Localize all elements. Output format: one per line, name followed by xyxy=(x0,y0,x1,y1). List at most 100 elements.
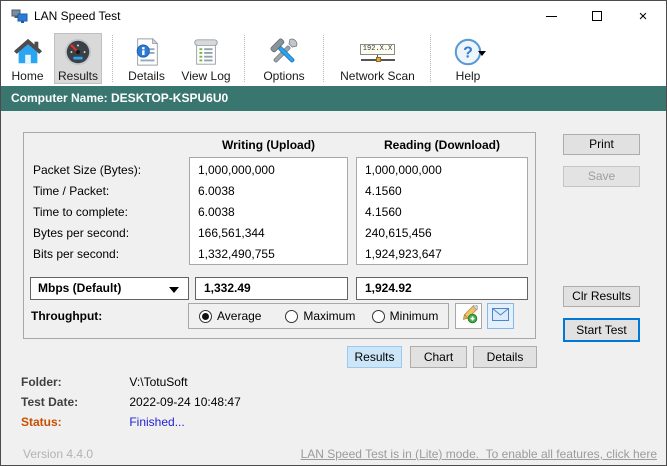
toolbar-button-help[interactable]: ? Help xyxy=(438,33,498,84)
toolbar-button-network-scan[interactable]: 192.X.X Network Scan xyxy=(331,33,424,84)
tab-details[interactable]: Details xyxy=(473,346,537,368)
toolbar-label: Results xyxy=(57,69,98,83)
toolbar-button-viewlog[interactable]: View Log xyxy=(175,33,237,84)
network-line xyxy=(360,56,395,62)
tab-results[interactable]: Results xyxy=(347,346,402,368)
toolbar-label: View Log xyxy=(181,69,231,83)
test-date-value: 2022-09-24 10:48:47 xyxy=(129,395,241,409)
window-title: LAN Speed Test xyxy=(34,9,121,23)
writing-value: 1,000,000,000 xyxy=(198,163,275,177)
writing-unit-value: 1,332.49 xyxy=(195,277,348,300)
status-label: Status: xyxy=(21,415,62,429)
reading-value: 1,000,000,000 xyxy=(365,163,442,177)
envelope-icon xyxy=(492,308,509,324)
toolbar-label: Options xyxy=(263,69,305,83)
reading-unit-value: 1,924.92 xyxy=(356,277,528,300)
throughput-label: Throughput: xyxy=(31,309,103,323)
folder-value: V:\TotuSoft xyxy=(129,375,188,389)
writing-value: 166,561,344 xyxy=(198,226,265,240)
version-text: Version 4.4.0 xyxy=(23,447,94,461)
units-dropdown-value: Mbps (Default) xyxy=(38,281,122,295)
maximize-icon xyxy=(592,11,602,21)
close-button[interactable]: × xyxy=(620,1,666,31)
toolbar-button-home[interactable]: Home xyxy=(5,33,50,84)
radio-maximum[interactable]: Maximum xyxy=(285,309,361,323)
folder-row: Folder: V:\TotuSoft xyxy=(21,374,421,390)
radio-unselected-icon xyxy=(371,309,385,323)
reading-value: 240,615,456 xyxy=(365,226,432,240)
toolbar-button-options[interactable]: Options xyxy=(253,33,315,84)
metric-label: Packet Size (Bytes): xyxy=(33,163,142,177)
writing-column-header: Writing (Upload) xyxy=(221,138,316,152)
network-scan-badge: 192.X.X xyxy=(359,43,396,55)
writing-value: 6.0038 xyxy=(198,184,235,198)
lite-mode-upgrade-link[interactable]: LAN Speed Test is in (Lite) mode. To ena… xyxy=(301,447,657,461)
toolbar-separator xyxy=(430,35,431,82)
log-scroll-icon xyxy=(190,36,222,68)
speedometer-icon xyxy=(62,36,94,68)
radio-selected-icon xyxy=(199,309,212,323)
metric-label: Bytes per second: xyxy=(33,226,130,240)
radio-unselected-icon xyxy=(285,309,299,323)
status-value: Finished... xyxy=(129,415,185,429)
toolbar-label: Details xyxy=(128,69,165,83)
radio-label: Minimum xyxy=(389,309,439,323)
folder-label: Folder: xyxy=(21,375,62,389)
close-icon: × xyxy=(638,7,648,25)
home-icon xyxy=(12,36,44,68)
maximize-button[interactable] xyxy=(574,1,620,31)
save-button: Save xyxy=(563,166,640,187)
network-node-dot xyxy=(375,56,381,62)
clear-results-button[interactable]: Clr Results xyxy=(563,286,640,307)
tools-icon xyxy=(268,36,300,68)
computer-name-bar: Computer Name: DESKTOP-KSPU6U0 xyxy=(1,86,666,111)
toolbar-button-results[interactable]: Results xyxy=(54,33,102,84)
test-date-row: Test Date: 2022-09-24 10:48:47 xyxy=(21,394,421,410)
toolbar-separator xyxy=(323,35,324,82)
print-button[interactable]: Print xyxy=(563,134,640,155)
radio-minimum[interactable]: Minimum xyxy=(371,309,448,323)
svg-text:?: ? xyxy=(463,45,473,62)
toolbar-label: Help xyxy=(455,69,481,83)
pencil-add-icon xyxy=(459,303,480,327)
metric-labels-column: Packet Size (Bytes): Time / Packet: Time… xyxy=(33,160,141,265)
radio-average[interactable]: Average xyxy=(199,309,275,323)
reading-values-box: 1,000,000,000 4.1560 4.1560 240,615,456 … xyxy=(356,157,528,265)
throughput-radio-group: Average Maximum Minimum xyxy=(188,303,449,329)
reading-column-header: Reading (Download) xyxy=(384,138,500,152)
minimize-icon xyxy=(545,15,557,17)
help-dropdown-arrow-icon xyxy=(478,51,486,56)
reading-value: 1,924,923,647 xyxy=(365,247,442,261)
status-row: Status: Finished... xyxy=(21,414,421,430)
toolbar-separator xyxy=(244,35,245,82)
toolbar-label: Home xyxy=(11,69,44,83)
start-test-button[interactable]: Start Test xyxy=(563,318,640,342)
radio-label: Average xyxy=(217,309,262,323)
metric-label: Time to complete: xyxy=(33,205,128,219)
writing-value: 6.0038 xyxy=(198,205,235,219)
metric-label: Bits per second: xyxy=(33,247,120,261)
units-dropdown[interactable]: Mbps (Default) xyxy=(30,277,189,300)
question-icon: ? xyxy=(446,36,490,68)
writing-value: 1,332,490,755 xyxy=(198,247,275,261)
toolbar-button-details[interactable]: Details xyxy=(119,33,174,84)
email-results-button[interactable] xyxy=(487,303,514,329)
app-window: LAN Speed Test × Home Results Details Vi… xyxy=(0,0,667,466)
toolbar-label: Network Scan xyxy=(340,69,415,83)
chevron-down-icon xyxy=(169,287,179,293)
edit-note-button[interactable] xyxy=(455,303,482,329)
tab-chart[interactable]: Chart xyxy=(410,346,467,368)
writing-values-box: 1,000,000,000 6.0038 6.0038 166,561,344 … xyxy=(189,157,348,265)
toolbar: Home Results Details View Log Options 19… xyxy=(1,31,666,86)
title-bar: LAN Speed Test × xyxy=(1,1,666,31)
toolbar-separator xyxy=(112,35,113,82)
app-logo-icon xyxy=(11,8,28,24)
minimize-button[interactable] xyxy=(528,1,574,31)
reading-value: 4.1560 xyxy=(365,184,402,198)
metric-label: Time / Packet: xyxy=(33,184,110,198)
document-info-icon xyxy=(131,36,163,68)
network-node-icon: 192.X.X xyxy=(359,36,396,68)
radio-label: Maximum xyxy=(303,309,356,323)
test-date-label: Test Date: xyxy=(21,395,79,409)
reading-value: 4.1560 xyxy=(365,205,402,219)
